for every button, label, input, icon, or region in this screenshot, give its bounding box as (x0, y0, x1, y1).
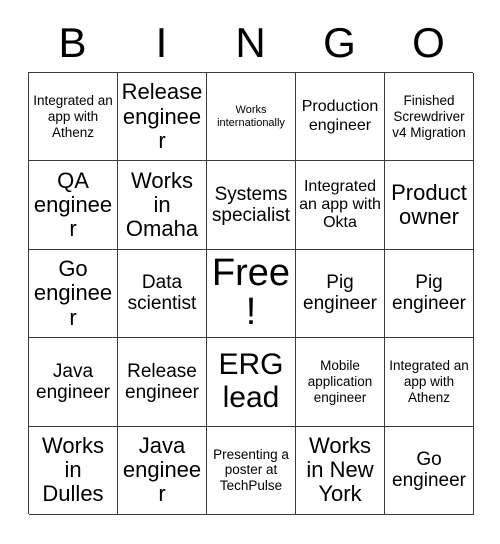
bingo-cell-label: Release engineer (121, 79, 203, 153)
bingo-grid: Integrated an app with Athenz Release eng… (28, 72, 474, 515)
bingo-cell-label: Works in Dulles (42, 432, 104, 507)
bingo-cell-r5-c3[interactable]: Presenting a poster at TechPulse (207, 426, 296, 515)
bingo-cell-r3-c1[interactable]: Go engineer (29, 249, 118, 339)
bingo-header-letter-i: I (155, 19, 168, 66)
bingo-cell-r4-c1[interactable]: Java engineer (29, 338, 118, 427)
bingo-cell-r5-c2[interactable]: Java engineer (118, 426, 207, 515)
bingo-cell-r3-c5[interactable]: Pig engineer (385, 249, 474, 339)
bingo-cell-label: Finished Screwdriver v4 Migration (392, 93, 466, 140)
bingo-cell-r1-c3[interactable]: Works internationally (207, 73, 296, 162)
bingo-cell-label: Release engineer (125, 360, 199, 403)
bingo-cell-label: Integrated an app with Athenz (389, 358, 469, 405)
bingo-cell-r1-c5[interactable]: Finished Screwdriver v4 Migration (385, 73, 474, 162)
bingo-cell-label: Integrated an app with Okta (299, 177, 381, 232)
bingo-cell-r3-c2[interactable]: Data scientist (118, 249, 207, 339)
bingo-cell-r1-c1[interactable]: Integrated an app with Athenz (29, 73, 118, 162)
bingo-cell-label: Presenting a poster at TechPulse (213, 446, 289, 494)
bingo-cell-label: Pig engineer (392, 272, 466, 315)
bingo-cell-r5-c1[interactable]: Works in Dulles (29, 426, 118, 515)
bingo-cell-r2-c4[interactable]: Integrated an app with Okta (296, 161, 385, 250)
bingo-cell-r4-c2[interactable]: Release engineer (118, 338, 207, 427)
bingo-cell-label: Java engineer (36, 360, 110, 403)
bingo-cell-label: Systems specialist (211, 183, 291, 227)
bingo-header-row: BINGO (28, 14, 473, 72)
bingo-cell-r5-c5[interactable]: Go engineer (385, 426, 474, 515)
bingo-cell-label: Works internationally (217, 103, 285, 129)
bingo-cell-r2-c5[interactable]: Product owner (385, 161, 474, 250)
bingo-cell-r5-c4[interactable]: Works in New York (296, 426, 385, 515)
bingo-cell-label: QA engineer (33, 167, 113, 242)
bingo-header-letter-o: O (412, 19, 445, 66)
bingo-cell-r2-c2[interactable]: Works in Omaha (118, 161, 207, 250)
bingo-cell-label: Pig engineer (303, 272, 377, 315)
bingo-cell-r1-c4[interactable]: Production engineer (296, 73, 385, 162)
bingo-cell-label: Works in Omaha (125, 167, 199, 242)
bingo-cell-label: Free! (211, 251, 291, 334)
bingo-cell-r2-c1[interactable]: QA engineer (29, 161, 118, 250)
bingo-header-letter-g: G (323, 19, 356, 66)
bingo-cell-r4-c3[interactable]: ERG lead (207, 338, 296, 427)
bingo-card: BINGO Integrated an app with Athenz Relea… (0, 0, 500, 544)
bingo-cell-r1-c2[interactable]: Release engineer (118, 73, 207, 162)
bingo-cell-label: Product owner (391, 179, 467, 230)
bingo-cell-r3-c4[interactable]: Pig engineer (296, 249, 385, 339)
bingo-cell-label: Go engineer (392, 448, 466, 492)
bingo-cell-label: Production engineer (301, 98, 379, 134)
bingo-cell-label: Mobile application engineer (307, 358, 373, 405)
bingo-cell-r4-c5[interactable]: Integrated an app with Athenz (385, 338, 474, 427)
bingo-cell-r4-c4[interactable]: Mobile application engineer (296, 338, 385, 427)
bingo-cell-r3-c3[interactable]: Free! (207, 249, 296, 339)
bingo-cell-label: Integrated an app with Athenz (33, 93, 113, 140)
bingo-cell-label: ERG lead (218, 348, 284, 414)
bingo-header-letter-b: B (58, 19, 87, 66)
bingo-cell-label: Works in New York (306, 432, 374, 507)
bingo-header-letter-n: N (235, 19, 266, 66)
bingo-cell-label: Go engineer (33, 256, 113, 330)
bingo-cell-label: Java engineer (122, 432, 202, 507)
bingo-cell-label: Data scientist (127, 272, 197, 315)
bingo-cell-r2-c3[interactable]: Systems specialist (207, 161, 296, 250)
